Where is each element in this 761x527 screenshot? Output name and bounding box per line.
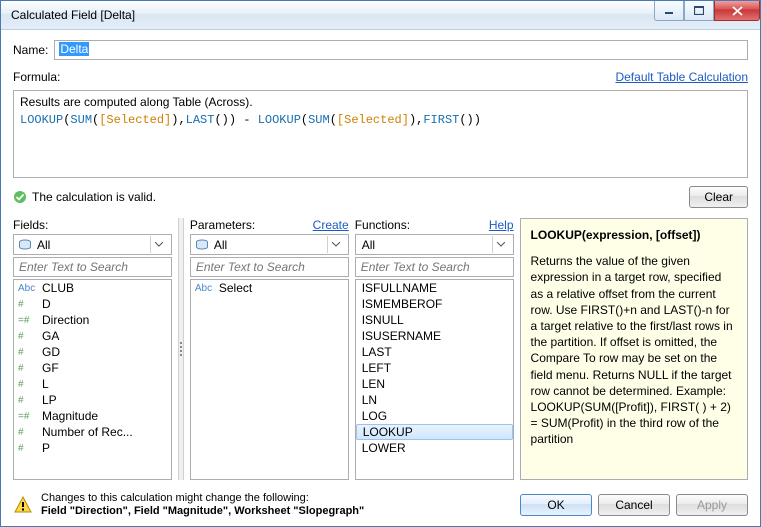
formula-label: Formula:	[13, 70, 60, 84]
list-item[interactable]: #P	[14, 440, 171, 456]
list-item[interactable]: ISUSERNAME	[356, 328, 513, 344]
functions-search-input[interactable]	[355, 257, 514, 277]
footer: Changes to this calculation might change…	[13, 492, 748, 518]
window-title: Calculated Field [Delta]	[11, 8, 135, 22]
parameters-panel: Parameters: Create All AbcSelect	[190, 218, 349, 480]
minimize-button[interactable]	[654, 1, 684, 21]
splitter[interactable]	[178, 218, 184, 480]
close-button[interactable]	[714, 1, 760, 21]
list-item[interactable]: LEFT	[356, 360, 513, 376]
validation-row: The calculation is valid. Clear	[13, 186, 748, 208]
fields-list[interactable]: AbcCLUB#D=#Direction#GA#GD#GF#L#LP=#Magn…	[13, 279, 172, 480]
maximize-button[interactable]	[684, 1, 714, 21]
apply-button[interactable]: Apply	[676, 494, 748, 516]
list-item[interactable]: #L	[14, 376, 171, 392]
window: Calculated Field [Delta] Name: Delta For…	[0, 0, 761, 527]
list-item[interactable]: AbcSelect	[191, 280, 348, 296]
list-item[interactable]: #D	[14, 296, 171, 312]
list-item[interactable]: LOOKUP	[356, 424, 513, 440]
name-row: Name: Delta	[13, 40, 748, 60]
fields-search-input[interactable]	[13, 257, 172, 277]
cancel-button[interactable]: Cancel	[598, 494, 670, 516]
list-item[interactable]: #LP	[14, 392, 171, 408]
validation-text: The calculation is valid.	[32, 190, 156, 204]
formula-editor[interactable]: Results are computed along Table (Across…	[13, 90, 748, 178]
formula-header: Formula: Default Table Calculation	[13, 70, 748, 84]
list-item[interactable]: #GD	[14, 344, 171, 360]
list-item[interactable]: LEN	[356, 376, 513, 392]
content: Name: Delta Formula: Default Table Calcu…	[1, 30, 760, 526]
warning-icon	[13, 495, 33, 515]
panels: Fields: All AbcCLUB#D=#Direction#GA#GD#G…	[13, 218, 748, 480]
list-item[interactable]: #Number of Rec...	[14, 424, 171, 440]
functions-panel: Functions: Help All ISFULLNAMEISMEMBEROF…	[355, 218, 514, 480]
functions-label: Functions:	[355, 218, 410, 232]
list-item[interactable]: ISFULLNAME	[356, 280, 513, 296]
fields-label: Fields:	[13, 218, 48, 232]
chevron-down-icon	[327, 236, 344, 253]
clear-button[interactable]: Clear	[689, 186, 748, 208]
list-item[interactable]: =#Magnitude	[14, 408, 171, 424]
list-item[interactable]: LOG	[356, 408, 513, 424]
warning-text: Changes to this calculation might change…	[41, 492, 364, 518]
parameters-label: Parameters:	[190, 218, 255, 232]
list-item[interactable]: #GF	[14, 360, 171, 376]
help-panel: LOOKUP(expression, [offset]) Returns the…	[520, 218, 748, 480]
list-item[interactable]: #GA	[14, 328, 171, 344]
formula-code: LOOKUP(SUM([Selected]),LAST()) - LOOKUP(…	[20, 113, 741, 127]
list-item[interactable]: LN	[356, 392, 513, 408]
chevron-down-icon	[492, 236, 509, 253]
titlebar[interactable]: Calculated Field [Delta]	[1, 1, 760, 30]
parameters-filter-dropdown[interactable]: All	[190, 234, 349, 255]
window-buttons	[654, 1, 760, 21]
fields-panel: Fields: All AbcCLUB#D=#Direction#GA#GD#G…	[13, 218, 172, 480]
functions-list[interactable]: ISFULLNAMEISMEMBEROFISNULLISUSERNAMELAST…	[355, 279, 514, 480]
ok-button[interactable]: OK	[520, 494, 592, 516]
parameters-create-link[interactable]: Create	[313, 218, 349, 232]
list-item[interactable]: ISNULL	[356, 312, 513, 328]
help-body: Returns the value of the given expressio…	[531, 253, 737, 447]
parameters-search-input[interactable]	[190, 257, 349, 277]
name-label: Name:	[13, 43, 48, 57]
default-table-calc-link[interactable]: Default Table Calculation	[615, 70, 748, 84]
list-item[interactable]: =#Direction	[14, 312, 171, 328]
list-item[interactable]: ISMEMBEROF	[356, 296, 513, 312]
name-input[interactable]: Delta	[54, 40, 748, 60]
formula-comment: Results are computed along Table (Across…	[20, 95, 741, 109]
list-item[interactable]: LAST	[356, 344, 513, 360]
functions-help-link[interactable]: Help	[489, 218, 514, 232]
datasource-icon	[18, 239, 32, 251]
chevron-down-icon	[150, 236, 167, 253]
check-icon	[13, 190, 27, 204]
list-item[interactable]: AbcCLUB	[14, 280, 171, 296]
datasource-icon	[195, 239, 209, 251]
fields-filter-dropdown[interactable]: All	[13, 234, 172, 255]
help-title: LOOKUP(expression, [offset])	[531, 227, 737, 243]
list-item[interactable]: LOWER	[356, 440, 513, 456]
parameters-list[interactable]: AbcSelect	[190, 279, 349, 480]
functions-filter-dropdown[interactable]: All	[355, 234, 514, 255]
